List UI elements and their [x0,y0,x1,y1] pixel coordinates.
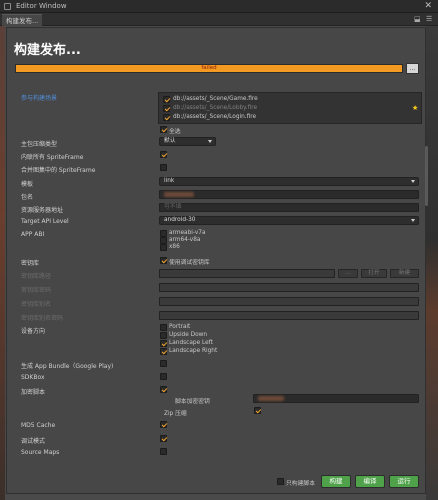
orientation-label: 设备方向 [21,328,46,335]
key-alias-password-label: 密钥库别名密码 [21,315,64,322]
resource-server-input[interactable]: 可不填 [159,203,419,212]
build-button[interactable]: 构建 [321,475,351,488]
zip-compress-checkbox[interactable] [254,407,261,414]
only-build-script-checkbox[interactable] [277,478,284,485]
scene-item[interactable]: db://assets/_Scene/Lobby.fire [163,104,408,113]
build-progress-bar: failed [15,64,403,73]
compile-button[interactable]: 编译 [355,475,385,488]
debug-mode-label: 调试模式 [21,438,46,445]
portrait-checkbox[interactable] [160,324,167,331]
scene-checkbox[interactable] [163,105,170,112]
merge-spriteframe-checkbox[interactable] [160,164,167,171]
redacted-text [164,192,194,197]
chevron-down-icon [411,180,415,183]
upside-down-label: Upside Down [169,332,208,338]
chevron-down-icon [208,140,212,143]
package-name-input[interactable] [159,190,419,199]
md5-checkbox[interactable] [160,421,167,428]
inline-spriteframe-checkbox[interactable] [160,151,167,158]
chevron-down-icon [411,219,415,222]
app-bundle-label: 生成 App Bundle（Google Play) [21,363,114,370]
window-title: Editor Window [16,2,67,10]
redacted-text [258,396,284,401]
app-icon [4,3,11,10]
scene-item[interactable]: db://assets/_Scene/Game.fire [163,95,408,104]
sdkbox-label: SDKBox [21,374,45,381]
zip-compress-label: Zip 压缩 [164,411,187,417]
run-button[interactable]: 运行 [389,475,419,488]
debug-keystore-label: 使用调试密钥库 [169,260,210,266]
scene-list: db://assets/_Scene/Game.fire db://assets… [158,92,422,124]
target-api-label: Target API Level [21,218,69,225]
abi-armeabi-label: armeabi-v7a [169,230,206,236]
new-button[interactable]: 新建 [390,269,419,278]
sdkbox-checkbox[interactable] [160,373,167,380]
portrait-label: Portrait [169,324,191,330]
landscape-left-checkbox[interactable] [160,340,167,347]
open-log-button[interactable]: … [406,63,419,74]
start-scene-star-icon[interactable]: ★ [412,104,418,112]
key-alias-label: 密钥库别名 [21,301,52,308]
maximize-icon[interactable]: ⬓ [414,15,422,23]
compress-label: 主包压缩类型 [21,141,58,148]
inline-spriteframe-label: 内联所有 SpriteFrame [21,154,84,161]
resource-server-label: 资源服务器地址 [21,207,64,214]
upside-down-checkbox[interactable] [160,332,167,339]
build-panel: 构建发布... failed … 参与构建场景 db://assets/_Sce… [6,27,428,494]
target-api-select[interactable]: android-30 [159,216,419,225]
md5-label: MD5 Cache [21,422,56,429]
tab-bar: 构建发布... ⬓ ☰ [0,13,438,26]
debug-keystore-checkbox[interactable] [160,257,167,264]
browse-button[interactable]: … [338,269,358,278]
keystore-password-label: 密钥库密码 [21,287,52,294]
encrypt-checkbox[interactable] [160,386,167,393]
keystore-label: 密钥库 [21,260,40,267]
select-all-checkbox[interactable] [160,126,167,133]
source-maps-label: Source Maps [21,449,60,456]
background-scene-right [426,26,438,500]
menu-icon[interactable]: ☰ [426,15,434,23]
window-close-icon[interactable]: ✕ [424,0,432,12]
encrypt-label: 加密脚本 [21,389,46,396]
keystore-path-input[interactable] [159,269,335,278]
open-button[interactable]: 打开 [361,269,387,278]
key-alias-password-input[interactable] [159,311,419,320]
debug-mode-checkbox[interactable] [160,435,167,442]
tab-build[interactable]: 构建发布... [2,14,42,26]
scenes-label: 参与构建场景 [21,95,58,102]
abi-arm64-checkbox[interactable] [160,237,167,244]
template-select[interactable]: link [159,177,419,186]
merge-spriteframe-label: 合并图集中的 SpriteFrame [21,167,96,174]
landscape-right-label: Landscape Right [169,348,218,354]
key-alias-input[interactable] [159,297,419,306]
only-build-script-label: 只构建脚本 [286,481,315,487]
page-title: 构建发布... [14,43,81,58]
landscape-left-label: Landscape Left [169,340,213,346]
scene-checkbox[interactable] [163,114,170,121]
abi-arm64-label: arm64-v8a [169,237,201,243]
scene-item[interactable]: db://assets/_Scene/Login.fire [163,113,408,122]
package-name-label: 包名 [21,194,34,201]
abi-x86-checkbox[interactable] [160,244,167,251]
app-abi-label: APP ABI [21,231,45,238]
keystore-password-input[interactable] [159,283,419,292]
window-titlebar: Editor Window ✕ [0,0,438,13]
abi-x86-label: x86 [169,244,180,250]
abi-armeabi-checkbox[interactable] [160,230,167,237]
select-all-label: 全选 [169,129,181,135]
scrollbar[interactable] [425,146,428,206]
background-scene-left [0,26,5,500]
scene-checkbox[interactable] [163,96,170,103]
progress-status: failed [201,65,217,71]
source-maps-checkbox[interactable] [160,448,167,455]
landscape-right-checkbox[interactable] [160,348,167,355]
keystore-path-label: 密钥库路径 [21,273,52,280]
app-bundle-checkbox[interactable] [160,360,167,367]
encrypt-key-input[interactable] [253,394,419,403]
template-label: 模板 [21,181,34,188]
compress-select[interactable]: 默认 [159,137,216,146]
encrypt-key-label: 脚本加密密钥 [175,399,210,405]
